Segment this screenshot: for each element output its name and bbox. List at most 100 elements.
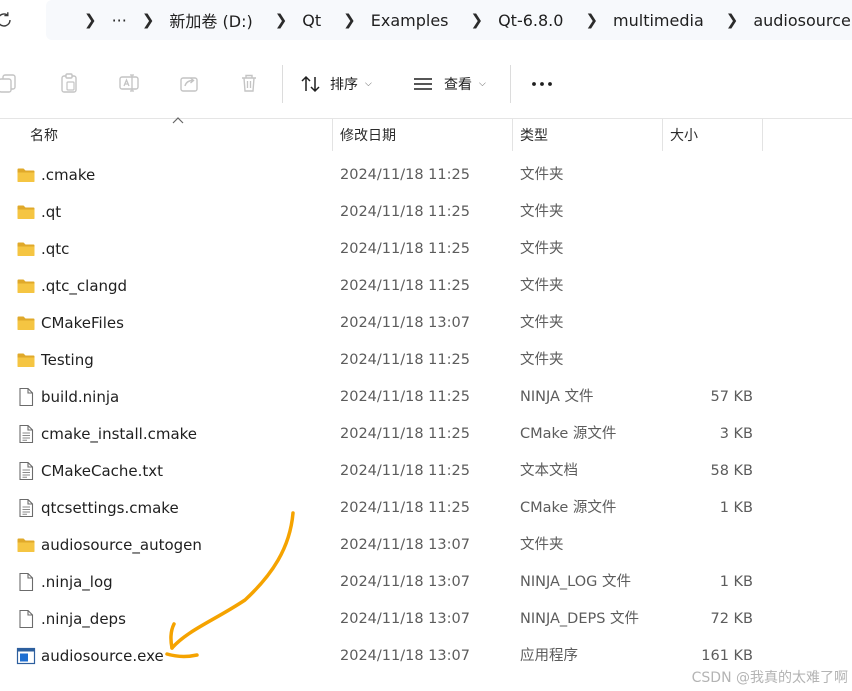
folder-icon xyxy=(16,535,36,555)
folder-icon xyxy=(16,313,36,333)
file-type: 文件夹 xyxy=(520,352,564,368)
file-icon xyxy=(16,572,36,592)
text-file-icon xyxy=(16,424,36,444)
file-type: 应用程序 xyxy=(520,648,578,664)
file-name: .ninja_log xyxy=(41,573,113,591)
file-row[interactable]: .qtc_clangd 2024/11/18 11:25 文件夹 xyxy=(0,268,852,305)
file-modified: 2024/11/18 11:25 xyxy=(340,204,470,220)
column-header-size[interactable]: 大小 xyxy=(670,119,698,151)
share-icon[interactable] xyxy=(178,72,200,94)
folder-icon xyxy=(16,165,36,185)
file-modified: 2024/11/18 13:07 xyxy=(340,537,470,553)
sort-button[interactable]: 排序 ⌵ xyxy=(300,70,372,98)
file-row[interactable]: cmake_install.cmake 2024/11/18 11:25 CMa… xyxy=(0,416,852,453)
file-modified: 2024/11/18 11:25 xyxy=(340,352,470,368)
file-modified: 2024/11/18 11:25 xyxy=(340,389,470,405)
file-modified: 2024/11/18 11:25 xyxy=(340,500,470,516)
file-name: .qtc_clangd xyxy=(41,277,128,295)
file-size: 57 KB xyxy=(710,389,753,405)
breadcrumb-item-qt[interactable]: Qt xyxy=(302,11,321,30)
chevron-down-icon: ⌵ xyxy=(365,79,372,89)
file-name: .ninja_deps xyxy=(41,610,126,628)
text-file-icon xyxy=(16,461,36,481)
file-name: audiosource_autogen xyxy=(41,536,202,554)
file-row[interactable]: .qtc 2024/11/18 11:25 文件夹 xyxy=(0,231,852,268)
breadcrumb-item-qt-version[interactable]: Qt-6.8.0 xyxy=(498,11,563,30)
file-modified: 2024/11/18 11:25 xyxy=(340,426,470,442)
file-name: cmake_install.cmake xyxy=(41,425,198,443)
toolbar-separator xyxy=(0,118,852,119)
file-type: CMake 源文件 xyxy=(520,426,617,442)
breadcrumb-item-examples[interactable]: Examples xyxy=(371,11,449,30)
file-modified: 2024/11/18 13:07 xyxy=(340,648,470,664)
column-divider[interactable] xyxy=(662,119,663,151)
folder-icon xyxy=(16,350,36,370)
file-size: 72 KB xyxy=(710,611,753,627)
file-name: qtcsettings.cmake xyxy=(41,499,179,517)
file-modified: 2024/11/18 11:25 xyxy=(340,278,470,294)
breadcrumb-item-drive[interactable]: 新加卷 (D:) xyxy=(169,8,252,32)
file-row[interactable]: .cmake 2024/11/18 11:25 文件夹 xyxy=(0,157,852,194)
file-icon xyxy=(16,387,36,407)
chevron-right-icon: ❯ xyxy=(84,11,97,29)
file-type: 文件夹 xyxy=(520,167,564,183)
sort-label: 排序 xyxy=(330,77,358,93)
breadcrumb-overflow-button[interactable]: ··· xyxy=(112,11,127,30)
file-size: 1 KB xyxy=(719,500,753,516)
file-type: 文件夹 xyxy=(520,315,564,331)
file-type: CMake 源文件 xyxy=(520,500,617,516)
more-options-icon[interactable] xyxy=(529,71,555,97)
file-size: 1 KB xyxy=(719,574,753,590)
column-divider[interactable] xyxy=(512,119,513,151)
file-name: build.ninja xyxy=(41,388,120,406)
folder-icon xyxy=(16,202,36,222)
address-bar: ❯ ··· ❯ 新加卷 (D:) ❯ Qt ❯ Examples ❯ Qt-6.… xyxy=(0,0,852,40)
file-row[interactable]: build.ninja 2024/11/18 11:25 NINJA 文件 57… xyxy=(0,379,852,416)
file-size: 58 KB xyxy=(710,463,753,479)
file-modified: 2024/11/18 13:07 xyxy=(340,315,470,331)
view-button[interactable]: 查看 ⌵ xyxy=(412,70,486,98)
column-header-type[interactable]: 类型 xyxy=(520,119,548,151)
file-row[interactable]: Testing 2024/11/18 11:25 文件夹 xyxy=(0,342,852,379)
file-row[interactable]: qtcsettings.cmake 2024/11/18 11:25 CMake… xyxy=(0,490,852,527)
refresh-icon[interactable] xyxy=(0,10,14,30)
file-list: .cmake 2024/11/18 11:25 文件夹 .qt 2024/11/… xyxy=(0,157,852,675)
file-type: NINJA_DEPS 文件 xyxy=(520,611,640,627)
file-explorer-window: ❯ ··· ❯ 新加卷 (D:) ❯ Qt ❯ Examples ❯ Qt-6.… xyxy=(0,0,852,691)
file-modified: 2024/11/18 13:07 xyxy=(340,611,470,627)
file-row[interactable]: .qt 2024/11/18 11:25 文件夹 xyxy=(0,194,852,231)
column-divider[interactable] xyxy=(762,119,763,151)
file-modified: 2024/11/18 11:25 xyxy=(340,167,470,183)
breadcrumb[interactable]: ❯ ··· ❯ 新加卷 (D:) ❯ Qt ❯ Examples ❯ Qt-6.… xyxy=(46,0,852,40)
column-header-name[interactable]: 名称 xyxy=(30,119,58,151)
breadcrumb-item-audiosource[interactable]: audiosource xyxy=(753,11,850,30)
file-row[interactable]: .ninja_log 2024/11/18 13:07 NINJA_LOG 文件… xyxy=(0,564,852,601)
chevron-right-icon: ❯ xyxy=(141,11,155,29)
chevron-right-icon: ❯ xyxy=(725,11,739,29)
file-row[interactable]: CMakeCache.txt 2024/11/18 11:25 文本文档 58 … xyxy=(0,453,852,490)
rename-icon[interactable] xyxy=(118,72,140,94)
delete-icon[interactable] xyxy=(238,72,260,94)
file-row[interactable]: CMakeFiles 2024/11/18 13:07 文件夹 xyxy=(0,305,852,342)
file-icon xyxy=(16,609,36,629)
copy-icon[interactable] xyxy=(0,72,18,94)
file-type: 文件夹 xyxy=(520,204,564,220)
file-name: .qt xyxy=(41,203,62,221)
chevron-right-icon: ❯ xyxy=(470,11,484,29)
paste-icon[interactable] xyxy=(58,72,80,94)
file-row[interactable]: audiosource_autogen 2024/11/18 13:07 文件夹 xyxy=(0,527,852,564)
toolbar-divider xyxy=(282,65,283,103)
file-modified: 2024/11/18 11:25 xyxy=(340,463,470,479)
file-type: NINJA_LOG 文件 xyxy=(520,574,631,590)
file-type: 文本文档 xyxy=(520,463,578,479)
file-name: .qtc xyxy=(41,240,70,258)
breadcrumb-item-multimedia[interactable]: multimedia xyxy=(613,11,704,30)
file-row[interactable]: .ninja_deps 2024/11/18 13:07 NINJA_DEPS … xyxy=(0,601,852,638)
folder-icon xyxy=(16,239,36,259)
chevron-right-icon: ❯ xyxy=(274,11,288,29)
watermark: CSDN @我真的太难了啊 xyxy=(691,670,848,686)
column-header-modified[interactable]: 修改日期 xyxy=(340,119,396,151)
file-type: NINJA 文件 xyxy=(520,389,594,405)
column-divider[interactable] xyxy=(332,119,333,151)
chevron-right-icon: ❯ xyxy=(343,11,356,29)
